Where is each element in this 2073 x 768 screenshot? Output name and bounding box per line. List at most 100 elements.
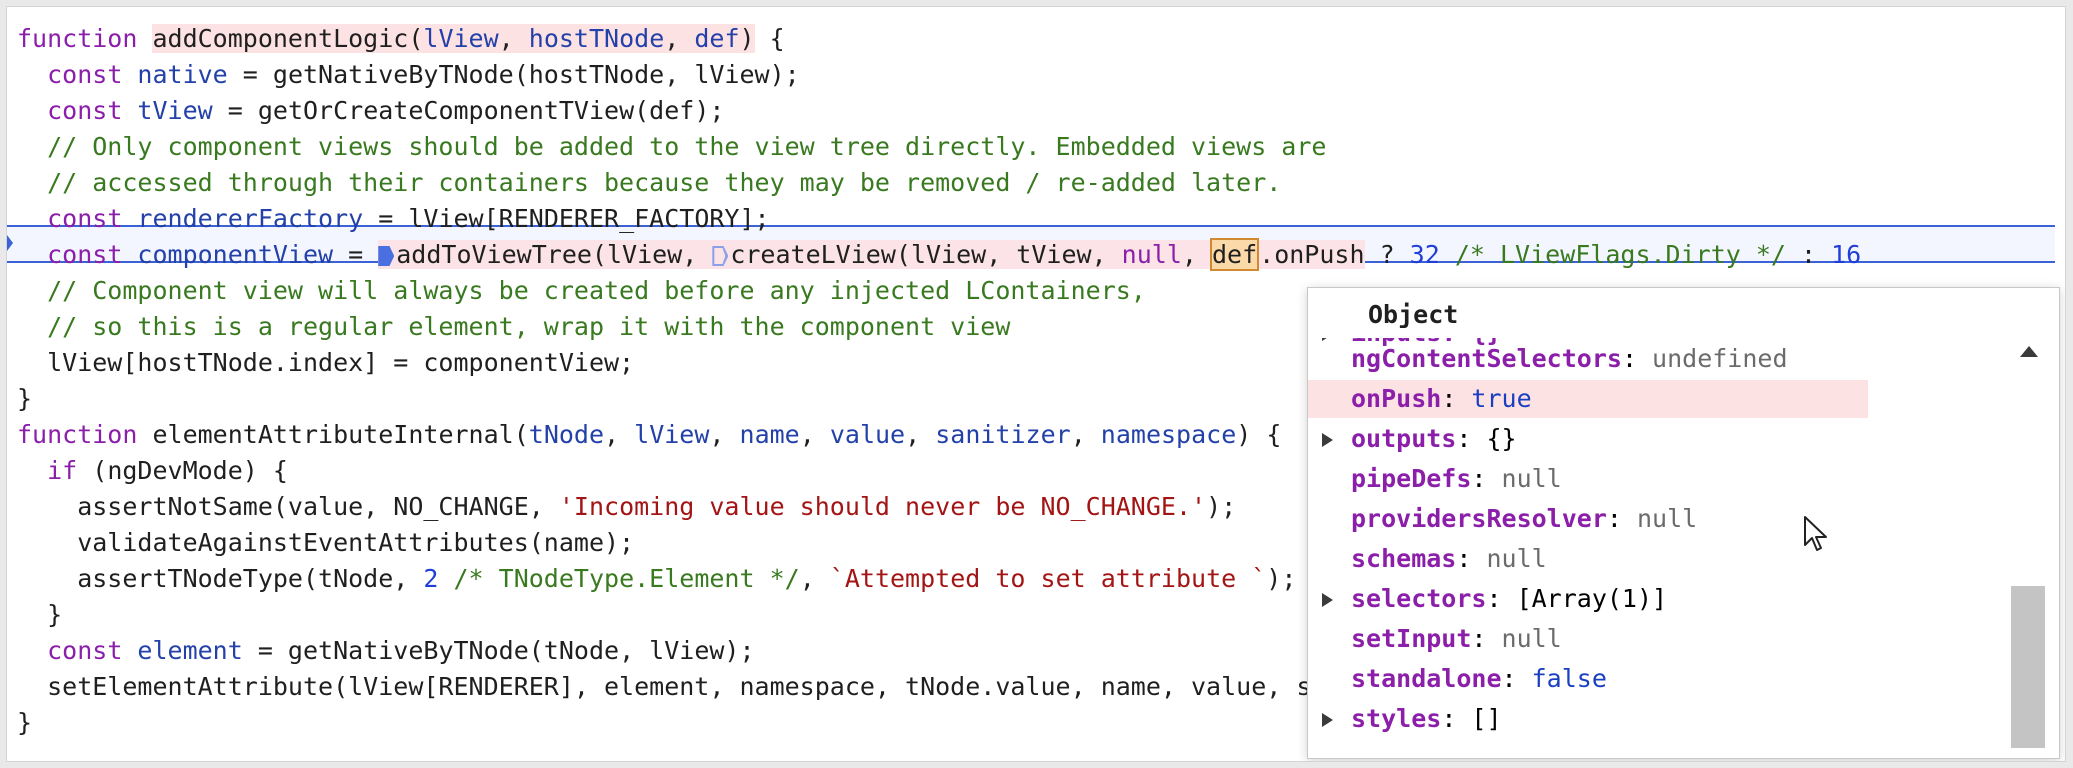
scroll-up-arrow-icon[interactable] — [2020, 346, 2038, 357]
property-row-outputs[interactable]: outputs: {} — [1308, 420, 1868, 458]
code-token: addComponentLogic( — [152, 24, 424, 53]
code-token: function — [17, 420, 153, 449]
code-token: (ngDevMode) { — [77, 456, 288, 485]
code-token: /* TNodeType.Element */ — [438, 564, 800, 593]
property-row-setinput[interactable]: setInput: null — [1308, 620, 1868, 658]
code-token: = getOrCreateComponentTView(def); — [212, 96, 725, 125]
scrollbar-thumb[interactable] — [2011, 586, 2045, 748]
code-token: ); — [1266, 564, 1297, 593]
code-token: } — [17, 708, 33, 737]
property-row-pipedefs[interactable]: pipeDefs: null — [1308, 460, 1868, 498]
code-token: } — [17, 384, 33, 413]
code-token: native — [137, 60, 228, 89]
property-row-onpush[interactable]: onPush: true — [1308, 380, 1868, 418]
code-token: // Only component views should be added … — [17, 132, 1327, 161]
code-token: ) { — [1236, 420, 1282, 449]
property-separator: : — [1471, 464, 1502, 493]
property-text: onPush: true — [1351, 380, 1532, 418]
code-token: /* LViewFlags.Dirty */ — [1439, 240, 1786, 269]
code-token: const — [47, 240, 138, 269]
code-token: { — [754, 24, 785, 53]
property-row-ngcontentselectors[interactable]: ngContentSelectors: undefined — [1308, 340, 1868, 378]
popover-scrollbar[interactable] — [2011, 338, 2045, 748]
property-key: outputs — [1351, 424, 1457, 453]
property-row-styles[interactable]: styles: [] — [1308, 700, 1868, 738]
code-token: lView — [423, 24, 499, 53]
property-value: {} — [1486, 424, 1517, 453]
property-key: onPush — [1351, 384, 1442, 413]
code-token: rendererFactory — [137, 204, 364, 233]
code-token: addToViewTree(lView, — [396, 240, 713, 269]
code-token: , — [799, 564, 830, 593]
code-token: 32 — [1409, 240, 1440, 269]
breakpoint-marker-icon[interactable] — [378, 246, 395, 266]
popover-title: Object — [1368, 300, 1459, 329]
property-value: true — [1471, 384, 1532, 413]
code-token: assertTNodeType(tNode, — [17, 564, 424, 593]
code-token: lView — [634, 420, 710, 449]
mouse-pointer-icon — [1804, 516, 1827, 551]
property-key: setInput — [1351, 624, 1472, 653]
property-key: providersResolver — [1351, 504, 1607, 533]
code-token: `Attempted to set attribute ` — [829, 564, 1267, 593]
code-token: if — [47, 456, 78, 485]
code-token: createLView(lView, tView, — [730, 240, 1122, 269]
hovered-def-token[interactable]: def — [1209, 238, 1260, 271]
property-separator: : — [1441, 384, 1472, 413]
code-line[interactable]: // accessed through their containers bec… — [17, 165, 1861, 201]
code-line[interactable]: const native = getNativeByTNode(hostTNod… — [17, 57, 1861, 93]
property-text: styles: [] — [1351, 700, 1502, 738]
code-token: const — [47, 636, 138, 665]
property-value: [Array(1)] — [1516, 584, 1668, 613]
code-token: tNode — [528, 420, 605, 449]
code-token: setElementAttribute(lView[RENDERER], ele… — [17, 672, 1462, 701]
code-token: } — [17, 600, 63, 629]
code-token: = lView[RENDERER_FACTORY]; — [363, 204, 770, 233]
code-token: = — [333, 240, 379, 269]
property-value: [] — [1471, 704, 1502, 733]
property-text: standalone: false — [1351, 660, 1607, 698]
property-key: ngContentSelectors — [1351, 344, 1622, 373]
code-line[interactable]: // Only component views should be added … — [17, 129, 1861, 165]
code-line[interactable]: const componentView = addToViewTree(lVie… — [17, 237, 1861, 273]
property-text: outputs: {} — [1351, 420, 1517, 458]
code-token: : — [1785, 240, 1832, 269]
expand-triangle-icon[interactable] — [1322, 593, 1333, 607]
property-value: null — [1486, 544, 1547, 573]
property-separator: : — [1456, 424, 1487, 453]
property-text: setInput: null — [1351, 620, 1562, 658]
code-line[interactable]: const tView = getOrCreateComponentTView(… — [17, 93, 1861, 129]
expand-triangle-icon[interactable] — [1322, 433, 1333, 447]
code-token: = getNativeByTNode(tNode, lView); — [242, 636, 755, 665]
code-token: hostTNode — [528, 24, 665, 53]
property-value: null — [1636, 504, 1698, 533]
object-inspector-popover[interactable]: Object inputs: {} ngContentSelectors: un… — [1307, 287, 2060, 759]
code-token: , — [1070, 420, 1101, 449]
code-line[interactable]: function addComponentLogic(lView, hostTN… — [17, 21, 1861, 57]
code-token: // accessed through their containers bec… — [17, 168, 1282, 197]
code-token: validateAgainstEventAttributes(name); — [17, 528, 635, 557]
property-separator: : — [1501, 664, 1532, 693]
code-token: componentView — [137, 240, 334, 269]
property-key: schemas — [1351, 544, 1457, 573]
expand-triangle-icon[interactable] — [1322, 713, 1333, 727]
property-row-schemas[interactable]: schemas: null — [1308, 540, 1868, 578]
code-line[interactable]: const rendererFactory = lView[RENDERER_F… — [17, 201, 1861, 237]
property-row-standalone[interactable]: standalone: false — [1308, 660, 1868, 698]
property-separator: : — [1606, 504, 1637, 533]
code-token: const — [47, 96, 138, 125]
inline-breakpoint-icon[interactable] — [712, 246, 728, 266]
property-row-providersresolver[interactable]: providersResolver: null — [1308, 500, 1868, 538]
property-value: null — [1501, 624, 1562, 653]
property-key: styles — [1351, 704, 1442, 733]
property-row-selectors[interactable]: selectors: [Array(1)] — [1308, 580, 1868, 618]
property-separator: : — [1441, 704, 1472, 733]
code-token: value — [829, 420, 906, 449]
property-key: standalone — [1351, 664, 1502, 693]
property-list[interactable]: inputs: {} ngContentSelectors: undefined… — [1308, 338, 2020, 748]
code-token: assertNotSame(value, NO_CHANGE, — [17, 492, 559, 521]
property-text: schemas: null — [1351, 540, 1547, 578]
